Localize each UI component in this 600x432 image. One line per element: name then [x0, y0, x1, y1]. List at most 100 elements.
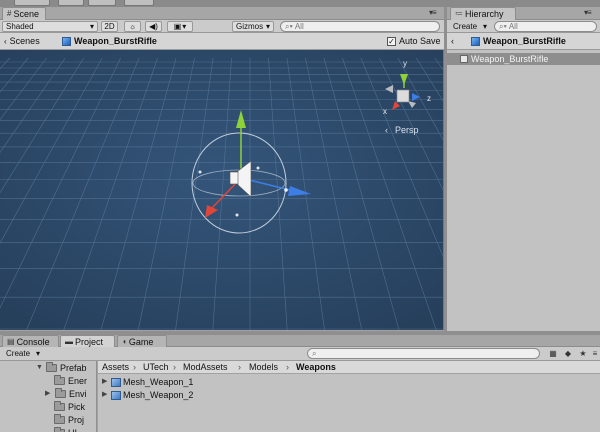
- hierarchy-item[interactable]: Weapon_BurstRifle: [447, 53, 600, 65]
- hierarchy-panel-menu-icon[interactable]: ▾≡: [584, 8, 592, 17]
- tree-item[interactable]: UI: [54, 427, 77, 432]
- play-controls-strip[interactable]: [124, 0, 154, 6]
- panel-menu-icon[interactable]: ≡: [590, 349, 600, 359]
- tree-item-prefab[interactable]: ▼ Prefab: [36, 362, 87, 374]
- tree-item[interactable]: Ener: [54, 375, 87, 387]
- shading-mode-value: Shaded: [6, 22, 34, 31]
- mesh-prefab-icon: [111, 377, 121, 387]
- gizmo-y-label: y: [403, 59, 407, 68]
- effects-dropdown[interactable]: ▣ ▾: [167, 21, 193, 32]
- project-create-label: Create: [6, 349, 31, 358]
- collapse-triangle-icon[interactable]: ▶: [102, 389, 109, 401]
- tab-scene-label: Scene: [13, 9, 39, 19]
- grid-icon: #: [7, 9, 12, 18]
- gizmos-label: Gizmos: [236, 22, 264, 31]
- tree-item[interactable]: Proj: [54, 414, 84, 426]
- scenes-crumb[interactable]: ‹ Scenes: [4, 36, 40, 47]
- projection-mode-label[interactable]: Persp: [395, 125, 419, 135]
- scene-canvas: y z x ‹ Persp: [0, 50, 443, 330]
- tab-console[interactable]: ▤ Console: [2, 335, 59, 347]
- asset-item[interactable]: ▶ Mesh_Weapon_2: [102, 389, 193, 401]
- scene-panel-menu-icon[interactable]: ▾≡: [429, 8, 437, 17]
- tree-item-label: Proj: [68, 415, 85, 425]
- tree-item-label: Envi: [69, 389, 87, 399]
- chevron-down-icon: ▾: [265, 22, 270, 31]
- tab-game-label: Game: [128, 336, 154, 347]
- hierarchy-create-dropdown[interactable]: Create ▾: [450, 21, 490, 32]
- filter-by-label-icon[interactable]: ◆: [563, 349, 573, 359]
- asset-list: ▶ Mesh_Weapon_1 ▶ Mesh_Weapon_2: [98, 374, 600, 432]
- collapse-triangle-icon[interactable]: ▶: [45, 388, 52, 400]
- hierarchy-prefab-crumb-label: Weapon_BurstRifle: [483, 36, 566, 46]
- asset-item[interactable]: ▶ Mesh_Weapon_1: [102, 376, 193, 388]
- hierarchy-search-input[interactable]: ⌕▾ All: [494, 21, 597, 32]
- breadcrumb-item[interactable]: UTech: [143, 362, 169, 373]
- chevron-right-icon: ›: [238, 362, 241, 372]
- scene-search-input[interactable]: ⌕▾ All: [280, 21, 440, 32]
- tab-hierarchy[interactable]: ≔ Hierarchy: [450, 7, 516, 20]
- collapse-triangle-icon[interactable]: ▶: [102, 376, 109, 388]
- tree-item[interactable]: ▶ Envi: [45, 388, 87, 400]
- transform-tools-strip[interactable]: [14, 0, 50, 6]
- 2d-toggle-button[interactable]: 2D: [101, 21, 118, 32]
- auto-save-toggle[interactable]: ✓ Auto Save: [387, 36, 441, 47]
- local-strip[interactable]: [88, 0, 116, 6]
- mesh-prefab-icon: [111, 390, 121, 400]
- gizmos-dropdown[interactable]: Gizmos ▾: [232, 21, 274, 32]
- favorite-star-icon[interactable]: ★: [578, 349, 588, 359]
- projection-label[interactable]: ‹: [385, 125, 388, 135]
- scene-tab-bar: # Scene ▾≡: [0, 7, 444, 20]
- auto-save-checkbox[interactable]: ✓: [387, 37, 396, 46]
- list-icon: ≔: [455, 9, 463, 18]
- tab-scene[interactable]: # Scene: [2, 7, 46, 20]
- sun-icon: ☼: [128, 22, 137, 31]
- hierarchy-create-label: Create: [453, 22, 478, 31]
- chevron-right-icon: ›: [173, 362, 176, 372]
- filter-by-type-icon[interactable]: ▦: [548, 349, 558, 359]
- range-handle[interactable]: [235, 213, 239, 217]
- tab-game[interactable]: ◖ Game: [117, 335, 167, 347]
- prefab-crumb-label: Weapon_BurstRifle: [74, 36, 157, 46]
- project-search-input[interactable]: ⌕: [307, 348, 540, 359]
- folder-icon: [54, 401, 65, 411]
- range-handle[interactable]: [198, 170, 202, 174]
- scene-search-placeholder: All: [294, 22, 304, 31]
- folder-icon: [46, 362, 57, 372]
- tab-project-label: Project: [75, 336, 104, 347]
- console-icon: ▤: [7, 336, 15, 346]
- audio-toggle-button[interactable]: ◀): [145, 21, 162, 32]
- folder-icon: [55, 388, 66, 398]
- tree-item-label: Ener: [68, 376, 88, 386]
- range-handle[interactable]: [256, 166, 260, 170]
- prefab-cube-icon: [62, 37, 71, 46]
- hierarchy-prefab-crumb[interactable]: Weapon_BurstRifle: [471, 36, 566, 47]
- tab-project[interactable]: ▬ Project: [60, 335, 115, 347]
- breadcrumb-item[interactable]: Assets: [102, 362, 129, 373]
- project-create-dropdown[interactable]: Create ▾: [3, 348, 43, 359]
- shading-mode-dropdown[interactable]: Shaded ▾: [2, 21, 98, 32]
- hierarchy-item-label: Weapon_BurstRifle: [471, 54, 549, 64]
- breadcrumb-item[interactable]: ModAssets: [183, 362, 228, 373]
- gameobject-cube-icon: [460, 55, 468, 63]
- chevron-down-icon: ▾: [182, 22, 187, 31]
- prefab-crumb[interactable]: Weapon_BurstRifle: [62, 36, 157, 47]
- scenes-crumb-label: Scenes: [9, 36, 40, 46]
- tree-item[interactable]: Pick: [54, 401, 85, 413]
- hierarchy-breadcrumb-bar: ‹ Weapon_BurstRifle: [447, 33, 600, 50]
- search-icon: ⌕▾: [285, 22, 293, 31]
- scene-viewport[interactable]: y z x ‹ Persp: [0, 50, 444, 330]
- expand-triangle-icon[interactable]: ▼: [36, 362, 43, 374]
- bottom-tab-bar: ▤ Console ▬ Project ◖ Game: [0, 335, 600, 347]
- image-icon: ▣: [173, 22, 182, 31]
- breadcrumb-item[interactable]: Models: [249, 362, 278, 373]
- lighting-toggle-button[interactable]: ☼: [124, 21, 141, 32]
- pivot-strip[interactable]: [58, 0, 84, 6]
- range-handle[interactable]: [284, 188, 288, 192]
- hierarchy-back-button[interactable]: ‹: [451, 36, 454, 47]
- breadcrumb-item-current[interactable]: Weapons: [296, 362, 336, 373]
- search-icon: ⌕: [312, 349, 317, 358]
- chevron-left-icon: ‹: [451, 36, 454, 46]
- pacman-icon: ◖: [122, 336, 127, 346]
- project-toolbar: Create ▾ ⌕ ▦ ◆ ★ ≡: [0, 347, 600, 361]
- tree-item-label: UI: [68, 427, 77, 432]
